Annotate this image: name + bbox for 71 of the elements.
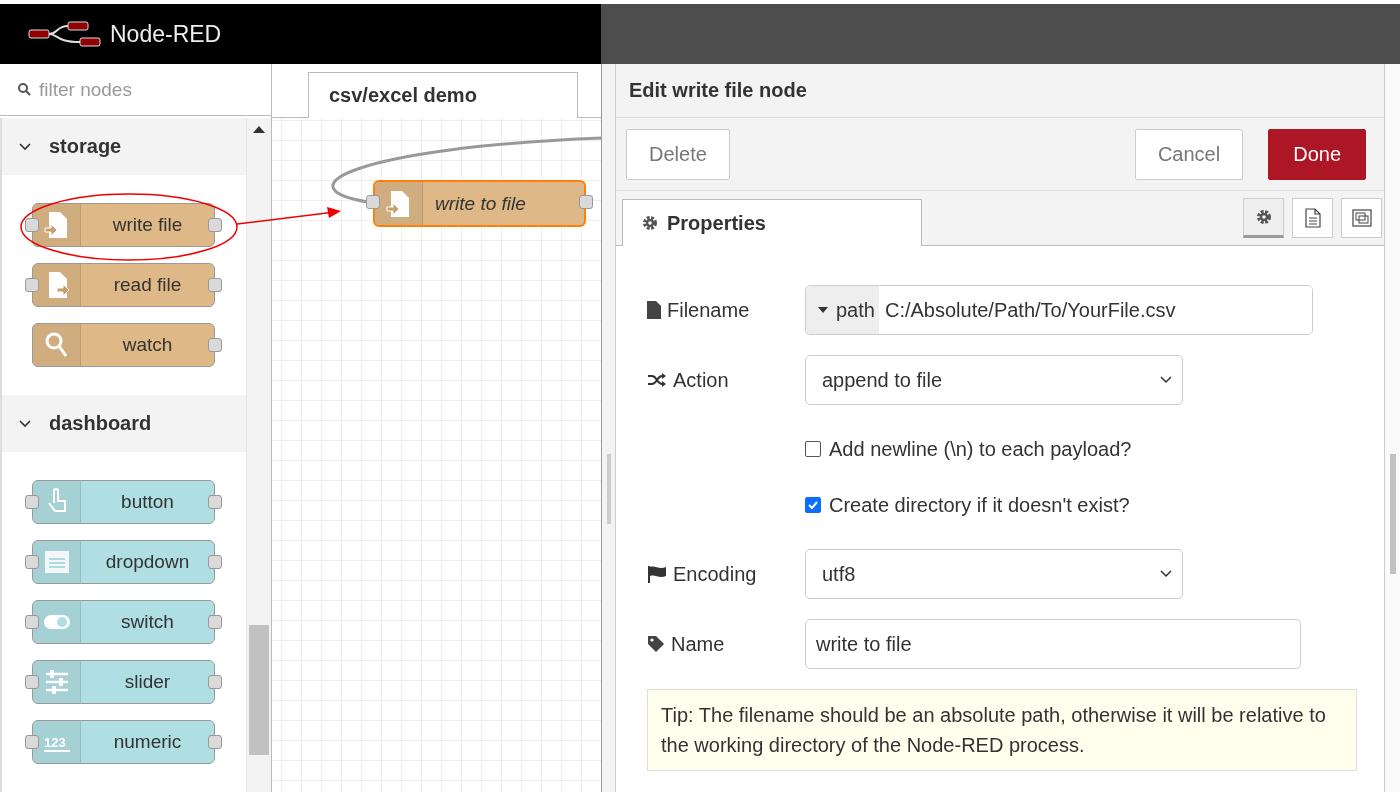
field-label: Encoding xyxy=(673,562,757,586)
scrollbar[interactable] xyxy=(1384,64,1400,792)
palette-node[interactable]: dropdown xyxy=(32,540,215,584)
properties-tab[interactable]: Properties xyxy=(622,199,922,246)
input-port[interactable] xyxy=(366,195,380,209)
checkbox-option[interactable]: Create directory if it doesn't exist? xyxy=(805,493,1130,517)
app-title: Node-RED xyxy=(110,20,222,48)
output-port[interactable] xyxy=(208,338,222,352)
output-port[interactable] xyxy=(208,555,222,569)
resize-handle[interactable] xyxy=(601,64,616,792)
tray-button[interactable]: Delete xyxy=(626,128,730,180)
tip-note: Tip: The filename should be an absolute path, otherwise it will be relative to the working directory of the Node-RED process. xyxy=(647,689,1357,771)
frame-icon xyxy=(1350,208,1373,228)
scroll-thumb[interactable] xyxy=(249,625,269,755)
input-port[interactable] xyxy=(25,218,39,232)
description-tab[interactable] xyxy=(1292,198,1333,238)
output-port[interactable] xyxy=(208,495,222,509)
flag-icon xyxy=(647,565,667,583)
palette-node[interactable]: write file xyxy=(32,203,215,247)
tag-icon xyxy=(647,635,665,653)
palette-node[interactable]: 123 numeric xyxy=(32,720,215,764)
field-label: Action xyxy=(673,368,729,392)
output-port[interactable] xyxy=(208,735,222,749)
dropdown[interactable]: utf8 xyxy=(805,549,1183,599)
scroll-up-icon xyxy=(253,126,265,133)
palette-node[interactable]: watch xyxy=(32,323,215,367)
chevron-icon xyxy=(1160,570,1172,578)
caret-icon xyxy=(818,307,828,313)
palette-node[interactable]: read file xyxy=(32,263,215,307)
type-selector[interactable]: path xyxy=(806,286,879,334)
dropdown[interactable]: append to file xyxy=(805,355,1183,405)
checkbox[interactable] xyxy=(805,497,821,513)
filename-field[interactable]: path C:/Absolute/Path/To/YourFile.csv xyxy=(805,285,1313,335)
input-port[interactable] xyxy=(25,555,39,569)
appearance-tab[interactable] xyxy=(1341,198,1382,238)
settings-tab[interactable] xyxy=(1243,198,1284,238)
output-port[interactable] xyxy=(208,675,222,689)
tray-button[interactable]: Cancel xyxy=(1134,128,1244,180)
workspace-tab[interactable]: csv/excel demo xyxy=(308,72,578,118)
flow-node[interactable]: write to file xyxy=(373,180,586,227)
chevron-icon xyxy=(1160,376,1172,384)
document-icon xyxy=(1304,208,1321,228)
input-port[interactable] xyxy=(25,675,39,689)
input-port[interactable] xyxy=(25,278,39,292)
checkbox[interactable] xyxy=(805,441,821,457)
settings-icon xyxy=(1254,208,1273,226)
input-port[interactable] xyxy=(25,615,39,629)
field-label: Name xyxy=(671,632,725,656)
logo-icon xyxy=(28,21,102,47)
output-port[interactable] xyxy=(208,218,222,232)
output-port[interactable] xyxy=(208,615,222,629)
scroll-thumb[interactable] xyxy=(1389,454,1396,574)
settings-icon xyxy=(641,214,659,232)
category-header[interactable]: dashboard xyxy=(2,395,246,452)
category-header[interactable]: storage xyxy=(2,118,246,175)
input-port[interactable] xyxy=(25,735,39,749)
checkbox-option[interactable]: Add newline (\n) to each payload? xyxy=(805,437,1132,461)
input-port[interactable] xyxy=(25,495,39,509)
output-port[interactable] xyxy=(208,278,222,292)
name-field[interactable]: write to file xyxy=(805,619,1301,669)
file-icon xyxy=(647,301,661,319)
field-label: Filename xyxy=(667,298,750,322)
palette-node[interactable]: slider xyxy=(32,660,215,704)
shuffle-icon xyxy=(647,372,667,388)
scrollbar[interactable] xyxy=(246,118,271,792)
output-port[interactable] xyxy=(579,195,593,209)
palette-node[interactable]: switch xyxy=(32,600,215,644)
done-button[interactable]: Done xyxy=(1268,128,1366,180)
tray-header: Edit write file node xyxy=(616,64,1384,118)
palette-node[interactable]: button xyxy=(32,480,215,524)
search-icon xyxy=(18,83,31,96)
